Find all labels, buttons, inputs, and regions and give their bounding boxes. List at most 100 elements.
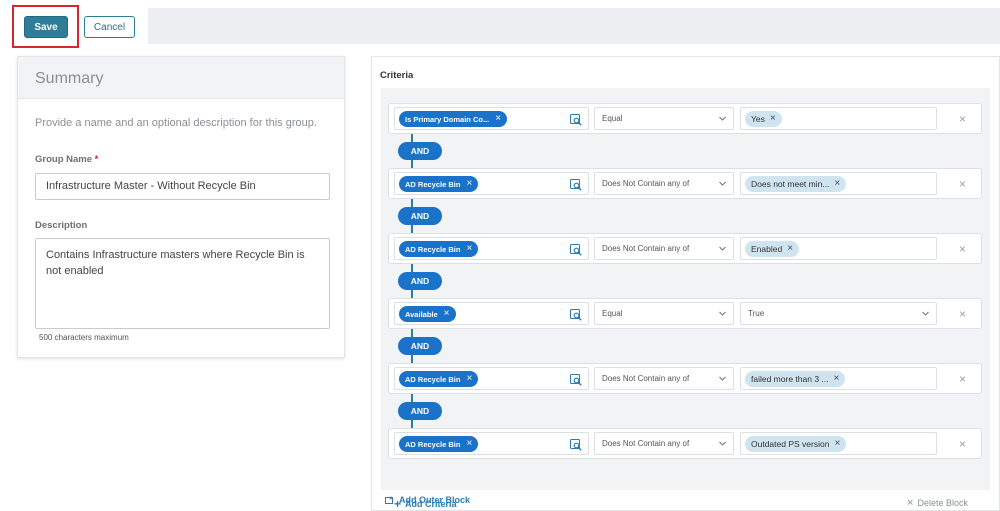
operator-select[interactable]: Equal: [594, 107, 734, 130]
remove-row-icon[interactable]: ×: [959, 177, 966, 191]
remove-value-icon[interactable]: ×: [787, 244, 793, 254]
chevron-down-icon: [718, 179, 727, 188]
and-connector[interactable]: AND: [398, 337, 442, 355]
save-button[interactable]: Save: [24, 16, 68, 38]
summary-panel: Summary Provide a name and an optional d…: [17, 56, 345, 358]
remove-field-icon[interactable]: ×: [466, 439, 472, 449]
summary-title: Summary: [18, 57, 344, 99]
criteria-row: AD Recycle Bin × Does Not Contain any of fa…: [388, 363, 982, 394]
remove-field-icon[interactable]: ×: [495, 114, 501, 124]
remove-row-icon[interactable]: ×: [959, 372, 966, 386]
operator-select[interactable]: Does Not Contain any of: [594, 432, 734, 455]
chevron-down-icon: [718, 309, 727, 318]
field-selector[interactable]: AD Recycle Bin ×: [394, 432, 589, 455]
add-outer-block-label: Add Outer Block: [399, 495, 471, 505]
field-chip: AD Recycle Bin ×: [399, 176, 479, 192]
remove-row-icon[interactable]: ×: [959, 112, 966, 126]
description-textarea[interactable]: Contains Infrastructure masters where Re…: [35, 238, 330, 329]
search-filter-icon[interactable]: [570, 178, 582, 191]
and-connector[interactable]: AND: [398, 272, 442, 290]
remove-field-icon[interactable]: ×: [466, 179, 472, 189]
value-field[interactable]: Enabled ×: [740, 237, 937, 260]
add-outer-block-button[interactable]: Add Outer Block: [385, 495, 470, 505]
criteria-row: AD Recycle Bin × Does Not Contain any of Do…: [388, 168, 982, 199]
description-label: Description: [35, 220, 88, 231]
remove-value-icon[interactable]: ×: [834, 374, 840, 384]
close-icon: ×: [907, 497, 914, 509]
value-chip: Enabled ×: [745, 241, 800, 257]
top-toolbar: Save Cancel: [0, 0, 1000, 48]
cancel-button[interactable]: Cancel: [84, 16, 135, 38]
operator-label: Equal: [602, 309, 623, 318]
field-chip: AD Recycle Bin ×: [399, 436, 479, 452]
and-connector[interactable]: AND: [398, 142, 442, 160]
remove-row-icon[interactable]: ×: [959, 307, 966, 321]
group-name-label: Group Name *: [35, 154, 99, 165]
criteria-row: Available × Equal True ×: [388, 298, 982, 329]
value-chip: Does not meet min... ×: [745, 176, 847, 192]
search-filter-icon[interactable]: [570, 243, 582, 256]
remove-field-icon[interactable]: ×: [466, 244, 472, 254]
remove-value-icon[interactable]: ×: [834, 179, 840, 189]
toolbar-background: [148, 8, 1000, 44]
field-selector[interactable]: Available ×: [394, 302, 589, 325]
value-field[interactable]: Yes ×: [740, 107, 937, 130]
operator-label: Does Not Contain any of: [602, 244, 690, 253]
value-field[interactable]: failed more than 3 ... ×: [740, 367, 937, 390]
operator-select[interactable]: Does Not Contain any of: [594, 172, 734, 195]
delete-block-button[interactable]: × Delete Block: [907, 497, 968, 509]
operator-select[interactable]: Does Not Contain any of: [594, 237, 734, 260]
remove-field-icon[interactable]: ×: [444, 309, 450, 319]
summary-description: Provide a name and an optional descripti…: [35, 117, 317, 129]
remove-row-icon[interactable]: ×: [959, 242, 966, 256]
search-filter-icon[interactable]: [570, 308, 582, 321]
and-connector[interactable]: AND: [398, 402, 442, 420]
value-select[interactable]: True: [740, 302, 937, 325]
field-chip-label: AD Recycle Bin: [405, 374, 461, 384]
criteria-row: AD Recycle Bin × Does Not Contain any of Ou…: [388, 428, 982, 459]
remove-value-icon[interactable]: ×: [834, 439, 840, 449]
field-chip-label: AD Recycle Bin: [405, 439, 461, 449]
field-chip: AD Recycle Bin ×: [399, 371, 479, 387]
chevron-down-icon: [718, 114, 727, 123]
value-chip-label: Enabled: [751, 244, 783, 254]
criteria-row: AD Recycle Bin × Does Not Contain any of En…: [388, 233, 982, 264]
chevron-down-icon: [718, 244, 727, 253]
value-chip: Outdated PS version ×: [745, 436, 847, 452]
value-field[interactable]: Does not meet min... ×: [740, 172, 937, 195]
required-marker: *: [94, 154, 99, 165]
operator-label: Does Not Contain any of: [602, 374, 690, 383]
and-connector[interactable]: AND: [398, 207, 442, 225]
remove-row-icon[interactable]: ×: [959, 437, 966, 451]
search-filter-icon[interactable]: [570, 438, 582, 451]
value-field[interactable]: Outdated PS version ×: [740, 432, 937, 455]
operator-select[interactable]: Equal: [594, 302, 734, 325]
description-hint: 500 characters maximum: [39, 333, 129, 342]
value-chip-label: failed more than 3 ...: [751, 374, 829, 384]
field-chip-label: AD Recycle Bin: [405, 244, 461, 254]
field-chip-label: Available: [405, 309, 438, 319]
operator-select[interactable]: Does Not Contain any of: [594, 367, 734, 390]
remove-value-icon[interactable]: ×: [770, 114, 776, 124]
criteria-title: Criteria: [380, 70, 414, 81]
value-chip: failed more than 3 ... ×: [745, 371, 846, 387]
operator-label: Does Not Contain any of: [602, 439, 690, 448]
field-chip: Available ×: [399, 306, 456, 322]
remove-field-icon[interactable]: ×: [466, 374, 472, 384]
criteria-block: + Add Criteria × Delete Block Is Primary…: [381, 88, 990, 511]
value-select-label: True: [748, 309, 765, 318]
value-chip-label: Outdated PS version: [751, 439, 830, 449]
criteria-row: Is Primary Domain Co... × Equal Yes × ×: [388, 103, 982, 134]
group-name-field[interactable]: Infrastructure Master - Without Recycle …: [35, 173, 330, 200]
field-selector[interactable]: Is Primary Domain Co... ×: [394, 107, 589, 130]
field-chip: Is Primary Domain Co... ×: [399, 111, 508, 127]
chevron-down-icon: [921, 309, 930, 318]
field-selector[interactable]: AD Recycle Bin ×: [394, 367, 589, 390]
search-filter-icon[interactable]: [570, 113, 582, 126]
value-chip-label: Yes: [751, 114, 765, 124]
value-chip: Yes ×: [745, 111, 782, 127]
field-selector[interactable]: AD Recycle Bin ×: [394, 172, 589, 195]
delete-block-label: Delete Block: [917, 498, 968, 508]
search-filter-icon[interactable]: [570, 373, 582, 386]
field-selector[interactable]: AD Recycle Bin ×: [394, 237, 589, 260]
